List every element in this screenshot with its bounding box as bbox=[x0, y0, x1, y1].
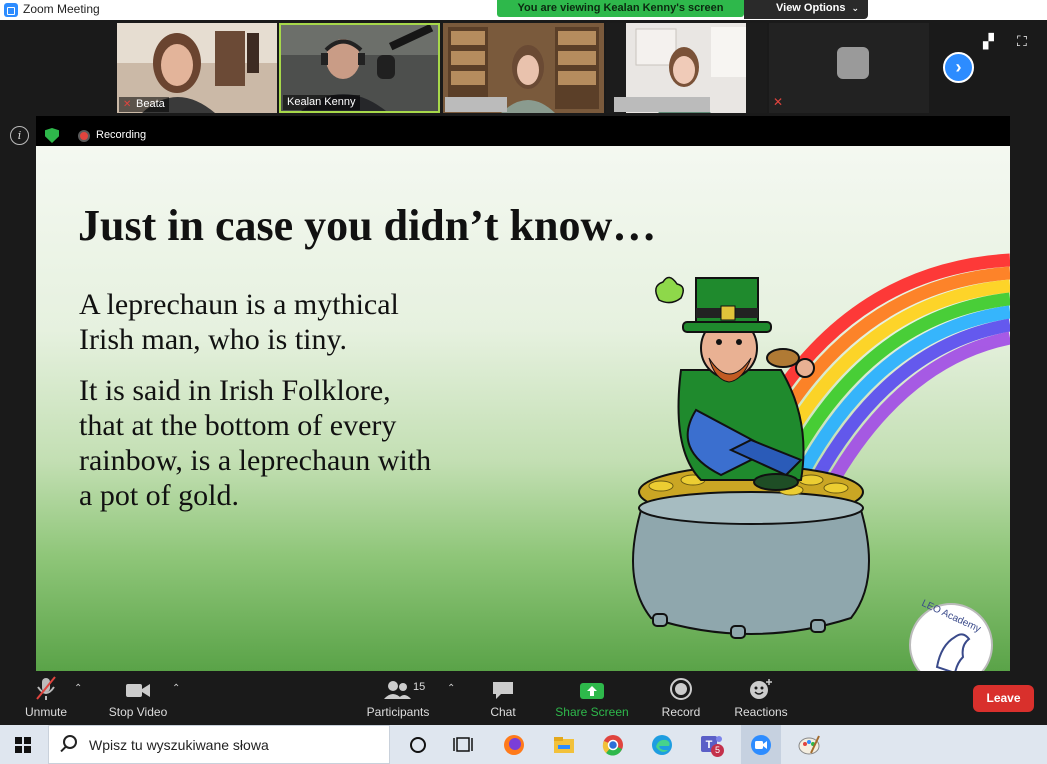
participants-label: Participants bbox=[366, 705, 430, 719]
reactions-label: Reactions bbox=[734, 705, 788, 719]
participant-video-4[interactable] bbox=[606, 23, 767, 113]
next-page-button[interactable]: › bbox=[943, 52, 974, 83]
slide-line: A leprechaun is a mythical bbox=[79, 288, 399, 321]
stop-video-button[interactable]: Stop Video bbox=[103, 671, 173, 725]
search-placeholder: Wpisz tu wyszukiwane słowa bbox=[89, 737, 269, 753]
participants-button[interactable]: Participants bbox=[362, 671, 434, 725]
video-options-chevron-icon[interactable]: ⌃ bbox=[172, 683, 180, 694]
mic-muted-icon: ✕ bbox=[123, 99, 132, 110]
video-camera-icon bbox=[103, 671, 173, 701]
unmute-label: Unmute bbox=[24, 705, 68, 719]
task-view-icon[interactable] bbox=[452, 733, 476, 757]
participant-name: Beata bbox=[136, 98, 165, 110]
zoom-window: Zoom Meeting You are viewing Kealan Kenn… bbox=[0, 0, 1047, 764]
share-screen-button[interactable]: Share Screen bbox=[552, 671, 632, 725]
window-title: Zoom Meeting bbox=[23, 2, 100, 16]
layout-icon[interactable]: ▞ bbox=[983, 33, 999, 49]
participant-video-3[interactable] bbox=[443, 23, 604, 113]
share-screen-icon bbox=[552, 671, 632, 701]
record-button[interactable]: Record bbox=[656, 671, 706, 725]
taskbar-search-box[interactable]: Wpisz tu wyszukiwane słowa bbox=[48, 725, 390, 764]
mic-muted-icon bbox=[16, 671, 76, 701]
chat-label: Chat bbox=[490, 705, 516, 719]
view-options-button[interactable]: View Options ⌄ bbox=[744, 0, 868, 19]
teams-icon[interactable]: T 5 bbox=[699, 733, 724, 757]
slide-line: rainbow, is a leprechaun with bbox=[79, 444, 432, 477]
participants-options-chevron-icon[interactable]: ⌃ bbox=[447, 683, 455, 694]
participant-video-kealan-kenny[interactable]: Kealan Kenny bbox=[279, 23, 440, 113]
recording-icon bbox=[78, 130, 90, 142]
participant-video-5[interactable]: ✕ bbox=[769, 23, 929, 113]
security-shield-icon[interactable] bbox=[45, 128, 59, 143]
goat-logo-icon bbox=[935, 633, 971, 671]
zoom-taskbar-icon[interactable] bbox=[749, 733, 773, 757]
participant-name-tag-hidden bbox=[445, 97, 507, 112]
edge-icon[interactable] bbox=[650, 733, 674, 757]
viewing-banner: You are viewing Kealan Kenny's screen bbox=[497, 0, 744, 17]
record-label: Record bbox=[661, 705, 701, 719]
slide-line: that at the bottom of every bbox=[79, 409, 397, 442]
chat-button[interactable]: Chat bbox=[480, 671, 526, 725]
slide-paragraph-2: It is said in Irish Folklore, that at th… bbox=[79, 373, 431, 513]
chevron-down-icon: ⌄ bbox=[851, 3, 860, 13]
slide-line: Irish man, who is tiny. bbox=[79, 323, 348, 356]
view-options-label: View Options bbox=[776, 2, 846, 14]
fullscreen-icon[interactable]: ⛶ bbox=[1017, 33, 1033, 49]
shared-slide: Just in case you didn’t know… A leprecha… bbox=[36, 146, 1010, 671]
participant-name-tag-hidden bbox=[614, 97, 710, 112]
slide-paragraph-1: A leprechaun is a mythical Irish man, wh… bbox=[79, 287, 399, 357]
leo-academy-logo: LEO Academy bbox=[909, 598, 993, 671]
participants-count: 15 bbox=[413, 681, 426, 693]
participant-video-beata[interactable]: ✕ Beata bbox=[117, 23, 277, 113]
teams-notification-badge: 5 bbox=[711, 744, 724, 757]
participant-name-tag: ✕ Beata bbox=[119, 97, 169, 112]
recording-label: Recording bbox=[96, 129, 147, 141]
audio-options-chevron-icon[interactable]: ⌃ bbox=[74, 683, 82, 694]
smiley-icon bbox=[730, 671, 792, 701]
slide-line: It is said in Irish Folklore, bbox=[79, 374, 391, 407]
meeting-toolbar: Unmute ⌃ Stop Video ⌃ Participants 15 ⌃ … bbox=[0, 671, 1047, 725]
firefox-icon[interactable] bbox=[502, 733, 526, 757]
avatar bbox=[837, 47, 869, 79]
leave-button[interactable]: Leave bbox=[973, 685, 1034, 712]
record-icon bbox=[656, 671, 706, 701]
search-icon bbox=[63, 735, 77, 749]
participant-name: Kealan Kenny bbox=[287, 96, 356, 108]
windows-start-icon[interactable] bbox=[15, 737, 31, 753]
video-strip: ✕ Beata Kealan Kenny ✕ › ▞ ⛶ bbox=[0, 20, 1047, 116]
reactions-button[interactable]: Reactions bbox=[730, 671, 792, 725]
slide-line: a pot of gold. bbox=[79, 479, 239, 512]
paint-icon[interactable] bbox=[797, 733, 821, 757]
chrome-icon[interactable] bbox=[601, 733, 625, 757]
participant-name-tag: Kealan Kenny bbox=[283, 95, 360, 110]
unmute-button[interactable]: Unmute bbox=[16, 671, 76, 725]
windows-taskbar: Wpisz tu wyszukiwane słowa T 5 bbox=[0, 725, 1047, 764]
cortana-icon[interactable] bbox=[406, 733, 430, 757]
mic-muted-icon: ✕ bbox=[773, 95, 784, 109]
file-explorer-icon[interactable] bbox=[552, 733, 576, 757]
stop-video-label: Stop Video bbox=[108, 705, 168, 719]
share-status-bar: Recording bbox=[36, 116, 1010, 146]
chat-icon bbox=[480, 671, 526, 701]
share-screen-label: Share Screen bbox=[555, 705, 629, 719]
info-icon[interactable]: i bbox=[10, 126, 29, 145]
slide-title: Just in case you didn’t know… bbox=[78, 201, 657, 250]
zoom-logo-icon bbox=[4, 3, 18, 17]
